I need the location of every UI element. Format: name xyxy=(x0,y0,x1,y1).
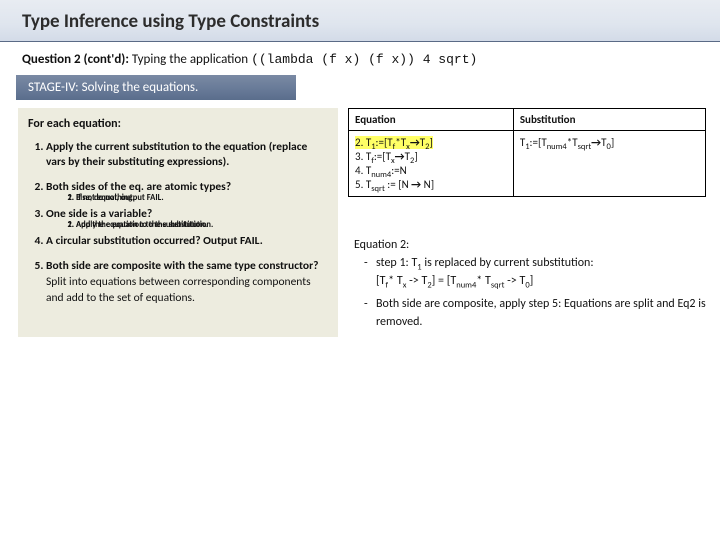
question-label: Question 2 (cont'd): xyxy=(22,52,129,67)
title-bar: Type Inference using Type Constraints xyxy=(0,0,720,42)
notes-line-2: Both side are composite, apply step 5: E… xyxy=(362,296,706,331)
algorithm-panel: For each equation: Apply the current sub… xyxy=(18,108,338,337)
stage-text: STAGE-IV: Solving the equations. xyxy=(28,80,198,95)
substitution-cell: T1:=[Tnum4*Tsqrt→T0] xyxy=(513,131,705,197)
slide-title: Type Inference using Type Constraints xyxy=(22,10,698,33)
for-each-heading: For each equation: xyxy=(28,116,328,133)
question-code: ((lambda (f x) (f x)) 4 sqrt) xyxy=(251,52,477,67)
question-lead: Typing the application xyxy=(132,52,248,67)
equation-table: Equation Substitution 2. T1:=[Tf*Tx→T2] … xyxy=(348,108,706,197)
step-4: A circular substitution occurred? Output… xyxy=(46,234,328,250)
step-5: Both side are composite with the same ty… xyxy=(46,259,328,307)
right-panel: Equation Substitution 2. T1:=[Tf*Tx→T2] … xyxy=(348,108,706,337)
equation-cell: 2. T1:=[Tf*Tx→T2] 3. Tf:=[Tx→T2] 4. Tnum… xyxy=(349,131,514,197)
step-2: Both sides of the eq. are atomic types? … xyxy=(46,180,328,198)
notes-block: Equation 2: step 1: T1 is replaced by cu… xyxy=(348,237,706,331)
stage-bar: STAGE-IV: Solving the equations. xyxy=(16,75,296,100)
col-equation: Equation xyxy=(349,109,514,131)
step-3: One side is a variable? Apply the equati… xyxy=(46,207,328,225)
step-1: Apply the current substitution to the eq… xyxy=(46,140,328,172)
notes-head: Equation 2: xyxy=(354,237,706,254)
step-5-extra: Split into equations between correspondi… xyxy=(46,275,328,307)
notes-line-1: step 1: T1 is replaced by current substi… xyxy=(362,255,706,290)
col-substitution: Substitution xyxy=(513,109,705,131)
question-line: Question 2 (cont'd): Typing the applicat… xyxy=(0,42,720,75)
